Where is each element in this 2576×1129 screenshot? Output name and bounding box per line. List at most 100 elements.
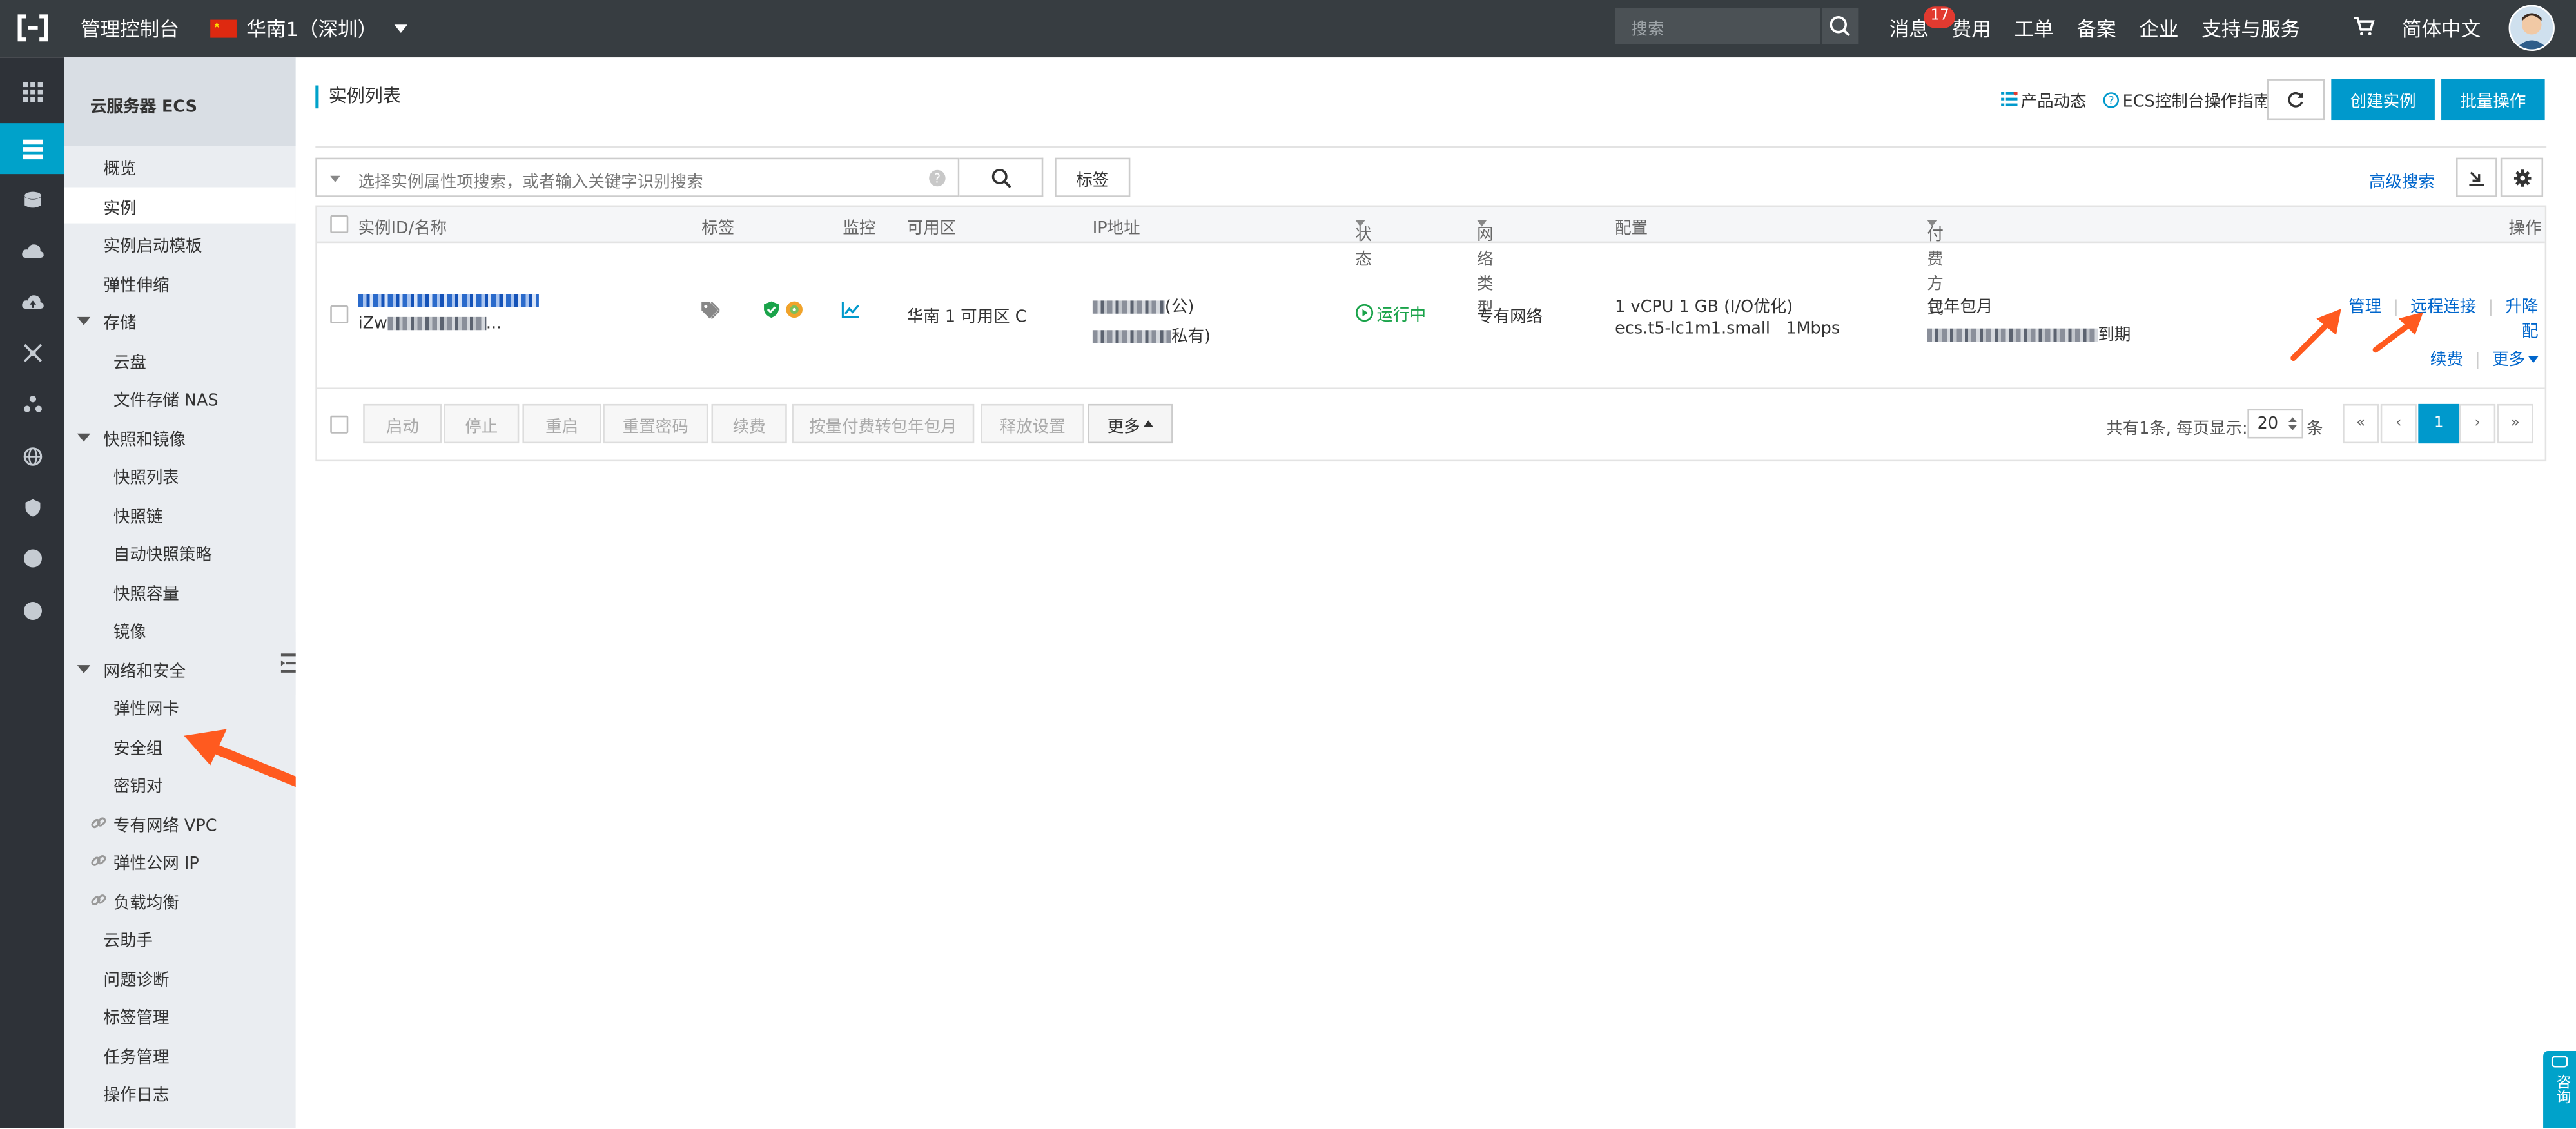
sidebar-group-snapshots[interactable]: 快照和镜像 bbox=[64, 419, 295, 455]
link-icon bbox=[91, 817, 106, 829]
sidebar-item-cloud-assistant[interactable]: 云助手 bbox=[64, 920, 295, 956]
create-instance-button[interactable]: 创建实例 bbox=[2331, 79, 2435, 121]
sidebar-item-images[interactable]: 镜像 bbox=[64, 611, 295, 647]
instance-filter-input[interactable]: 选择实例属性项搜索，或者输入关键字识别搜索 ? bbox=[315, 157, 960, 197]
sidebar-item-nas[interactable]: 文件存储 NAS bbox=[64, 380, 295, 416]
next-page-button[interactable]: › bbox=[2459, 403, 2496, 444]
select-all-checkbox[interactable] bbox=[330, 215, 349, 233]
sidebar-group-network-security[interactable]: 网络和安全 bbox=[64, 650, 295, 686]
user-avatar[interactable] bbox=[2508, 5, 2555, 52]
col-ip: IP地址 bbox=[1092, 220, 1140, 238]
region-selector[interactable]: 华南1（深圳） bbox=[210, 15, 407, 43]
sidebar-item-snapshot-list[interactable]: 快照列表 bbox=[64, 456, 295, 492]
security-status-icon[interactable] bbox=[785, 300, 803, 318]
nav-tickets[interactable]: 工单 bbox=[2015, 15, 2054, 43]
advanced-search-link[interactable]: 高级搜索 bbox=[2369, 168, 2435, 192]
console-home-link[interactable]: 管理控制台 bbox=[81, 15, 179, 43]
help-icon[interactable]: ? bbox=[928, 169, 946, 187]
sidebar-item-vpc[interactable]: 专有网络 VPC bbox=[64, 805, 295, 841]
rail-item-b[interactable] bbox=[0, 584, 64, 635]
renew-link[interactable]: 续费 bbox=[2430, 351, 2463, 369]
nav-billing[interactable]: 费用 bbox=[1952, 15, 1991, 43]
prev-page-button[interactable]: ‹ bbox=[2380, 403, 2417, 444]
sidebar-group-storage[interactable]: 存储 bbox=[64, 302, 295, 338]
start-button[interactable]: 启动 bbox=[363, 403, 442, 444]
link-icon bbox=[91, 894, 106, 906]
stop-button[interactable]: 停止 bbox=[444, 403, 520, 444]
nav-icp[interactable]: 备案 bbox=[2076, 15, 2116, 43]
filter-dropdown-caret-icon[interactable] bbox=[330, 175, 340, 182]
expand-caret-icon bbox=[77, 316, 91, 325]
upgrade-link[interactable]: 升降配 bbox=[2505, 299, 2538, 342]
sidebar-item-eip[interactable]: 弹性公网 IP bbox=[64, 842, 295, 878]
global-search[interactable]: 搜索 bbox=[1615, 8, 1859, 44]
tag-filter-button[interactable]: 标签 bbox=[1055, 157, 1131, 197]
reset-password-button[interactable]: 重置密码 bbox=[603, 403, 708, 444]
rail-oss[interactable] bbox=[0, 225, 64, 276]
nav-messages[interactable]: 消息 bbox=[1889, 15, 1929, 43]
help-circle-icon: ? bbox=[2103, 91, 2120, 108]
rail-security[interactable] bbox=[0, 481, 64, 532]
instance-id-link[interactable] bbox=[358, 293, 539, 311]
renew-button[interactable]: 续费 bbox=[711, 403, 787, 444]
guide-link[interactable]: ? ECS控制台操作指南 bbox=[2103, 87, 2270, 111]
batch-operations-button[interactable]: 批量操作 bbox=[2441, 79, 2545, 121]
page-1-button[interactable]: 1 bbox=[2418, 403, 2460, 444]
page-size-select[interactable]: 20 bbox=[2247, 409, 2303, 439]
sidebar-item-eni[interactable]: 弹性网卡 bbox=[64, 688, 295, 724]
message-count-badge: 17 bbox=[1924, 6, 1956, 28]
rail-products[interactable] bbox=[0, 66, 64, 117]
private-ip: 私有) bbox=[1092, 322, 1211, 347]
rail-cluster[interactable] bbox=[0, 378, 64, 429]
rail-cdn[interactable] bbox=[0, 276, 64, 327]
nav-enterprise[interactable]: 企业 bbox=[2139, 15, 2178, 43]
redacted-private-ip bbox=[1092, 330, 1172, 343]
export-button[interactable] bbox=[2456, 157, 2497, 197]
last-page-button[interactable]: » bbox=[2497, 403, 2533, 444]
sidebar-item-launch-templates[interactable]: 实例启动模板 bbox=[64, 225, 295, 261]
sidebar-item-auto-scaling[interactable]: 弹性伸缩 bbox=[64, 264, 295, 300]
sort-caret-icon bbox=[1927, 220, 1937, 227]
rail-ecs[interactable] bbox=[0, 123, 64, 175]
aliyun-logo-icon[interactable] bbox=[16, 13, 49, 43]
rail-domain[interactable] bbox=[0, 430, 64, 481]
tag-icon[interactable] bbox=[700, 300, 720, 320]
footer-select-all-checkbox[interactable] bbox=[330, 415, 349, 434]
convert-billing-button[interactable]: 按量付费转包年包月 bbox=[792, 403, 975, 444]
sidebar-item-operation-logs[interactable]: 操作日志 bbox=[64, 1074, 295, 1110]
rail-rds[interactable] bbox=[0, 174, 64, 225]
security-shield-icon[interactable] bbox=[763, 300, 781, 318]
sidebar-item-diagnosis[interactable]: 问题诊断 bbox=[64, 959, 295, 995]
sidebar-item-tags[interactable]: 标签管理 bbox=[64, 997, 295, 1033]
sidebar-item-snapshot-chain[interactable]: 快照链 bbox=[64, 496, 295, 532]
first-page-button[interactable]: « bbox=[2343, 403, 2379, 444]
sidebar-item-overview[interactable]: 概览 bbox=[64, 148, 295, 184]
refresh-button[interactable] bbox=[2267, 79, 2325, 121]
cart-icon[interactable] bbox=[2352, 15, 2376, 38]
rail-network[interactable] bbox=[0, 327, 64, 378]
rail-item-a[interactable] bbox=[0, 532, 64, 583]
restart-button[interactable]: 重启 bbox=[522, 403, 601, 444]
language-selector[interactable]: 简体中文 bbox=[2402, 15, 2481, 43]
consult-button[interactable]: 咨询 bbox=[2543, 1051, 2576, 1128]
sidebar-item-tasks[interactable]: 任务管理 bbox=[64, 1036, 295, 1072]
release-settings-button[interactable]: 释放设置 bbox=[981, 403, 1085, 444]
footer-more-button[interactable]: 更多 bbox=[1088, 403, 1173, 444]
more-actions-link[interactable]: 更多 bbox=[2492, 351, 2539, 369]
settings-button[interactable] bbox=[2500, 157, 2544, 197]
search-icon bbox=[991, 168, 1011, 188]
network-icon bbox=[23, 343, 41, 362]
row-checkbox[interactable] bbox=[330, 305, 349, 324]
sidebar-item-auto-snapshot-policy[interactable]: 自动快照策略 bbox=[64, 534, 295, 570]
filter-search-button[interactable] bbox=[959, 157, 1044, 197]
sidebar-item-snapshot-capacity[interactable]: 快照容量 bbox=[64, 573, 295, 609]
search-button[interactable] bbox=[1820, 8, 1859, 44]
product-news-link[interactable]: 产品动态 bbox=[2001, 87, 2087, 111]
monitor-chart-icon[interactable] bbox=[841, 300, 861, 318]
sidebar-item-instances[interactable]: 实例 bbox=[64, 187, 296, 224]
nav-support[interactable]: 支持与服务 bbox=[2201, 15, 2300, 43]
sidebar-item-disks[interactable]: 云盘 bbox=[64, 342, 295, 378]
chat-icon bbox=[2551, 1056, 2568, 1068]
public-ip: (公) bbox=[1092, 293, 1211, 317]
sidebar-item-slb[interactable]: 负载均衡 bbox=[64, 882, 295, 918]
